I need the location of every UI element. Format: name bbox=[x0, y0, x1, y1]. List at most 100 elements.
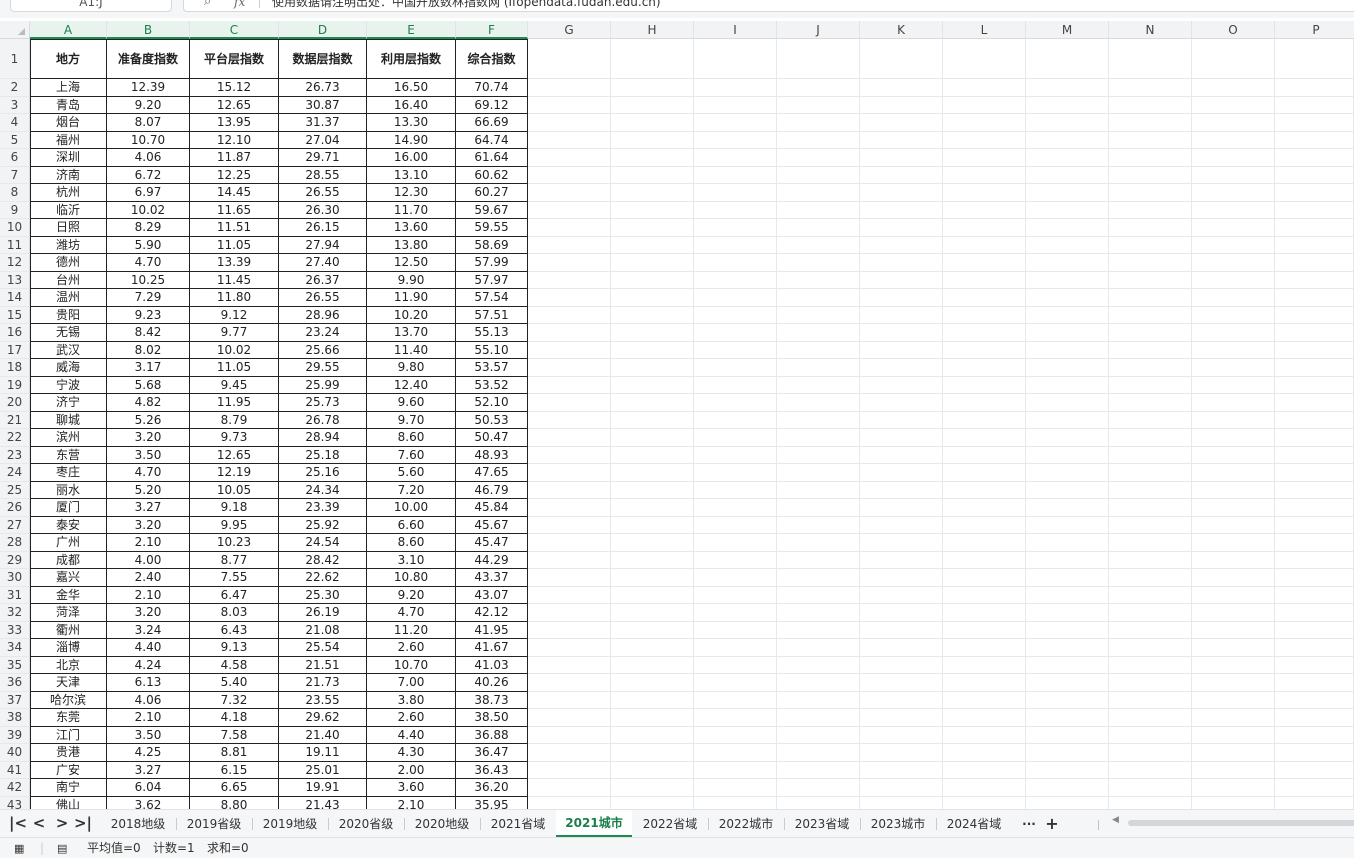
index-value-cell[interactable]: 9.13 bbox=[190, 639, 279, 657]
index-value-cell[interactable]: 41.67 bbox=[456, 639, 528, 657]
row-header[interactable]: 10 bbox=[0, 219, 30, 237]
column-header-j[interactable]: J bbox=[777, 21, 860, 39]
index-value-cell[interactable]: 9.77 bbox=[190, 324, 279, 342]
index-value-cell[interactable]: 10.70 bbox=[107, 131, 190, 149]
index-value-cell[interactable]: 9.20 bbox=[367, 586, 456, 604]
index-value-cell[interactable]: 28.94 bbox=[279, 429, 367, 447]
empty-cells-row[interactable] bbox=[528, 201, 1354, 219]
empty-cells-row[interactable] bbox=[528, 219, 1354, 237]
empty-cells-row[interactable] bbox=[528, 324, 1354, 342]
table-header-cell[interactable]: 地方 bbox=[30, 39, 107, 79]
index-value-cell[interactable]: 11.51 bbox=[190, 219, 279, 237]
sheet-tab[interactable]: 2021省域 bbox=[480, 814, 556, 834]
sheet-tab[interactable]: 2023城市 bbox=[860, 814, 936, 834]
select-all-corner[interactable] bbox=[0, 21, 30, 39]
sheet-tab[interactable]: 2022省域 bbox=[632, 814, 708, 834]
index-value-cell[interactable]: 12.19 bbox=[190, 464, 279, 482]
city-name-cell[interactable]: 贵港 bbox=[30, 744, 107, 762]
index-value-cell[interactable]: 57.99 bbox=[456, 254, 528, 272]
sheet-tab[interactable]: 2024省域 bbox=[936, 814, 1012, 834]
index-value-cell[interactable]: 11.20 bbox=[367, 621, 456, 639]
status-count[interactable]: 计数=1 bbox=[153, 840, 195, 857]
table-header-cell[interactable]: 利用层指数 bbox=[367, 39, 456, 79]
empty-cells-row[interactable] bbox=[528, 534, 1354, 552]
more-sheets-icon[interactable]: ··· bbox=[1018, 814, 1040, 834]
index-value-cell[interactable]: 25.30 bbox=[279, 586, 367, 604]
index-value-cell[interactable]: 55.13 bbox=[456, 324, 528, 342]
row-header[interactable]: 28 bbox=[0, 534, 30, 552]
city-name-cell[interactable]: 枣庄 bbox=[30, 464, 107, 482]
index-value-cell[interactable]: 25.92 bbox=[279, 516, 367, 534]
index-value-cell[interactable]: 45.84 bbox=[456, 499, 528, 517]
city-name-cell[interactable]: 深圳 bbox=[30, 149, 107, 167]
city-name-cell[interactable]: 临沂 bbox=[30, 201, 107, 219]
index-value-cell[interactable]: 31.37 bbox=[279, 114, 367, 132]
index-value-cell[interactable]: 26.55 bbox=[279, 184, 367, 202]
index-value-cell[interactable]: 12.30 bbox=[367, 184, 456, 202]
row-header[interactable]: 6 bbox=[0, 149, 30, 167]
city-name-cell[interactable]: 东营 bbox=[30, 446, 107, 464]
table-header-cell[interactable]: 准备度指数 bbox=[107, 39, 190, 79]
index-value-cell[interactable]: 45.47 bbox=[456, 534, 528, 552]
index-value-cell[interactable]: 21.08 bbox=[279, 621, 367, 639]
index-value-cell[interactable]: 26.19 bbox=[279, 604, 367, 622]
index-value-cell[interactable]: 46.79 bbox=[456, 481, 528, 499]
index-value-cell[interactable]: 3.20 bbox=[107, 516, 190, 534]
index-value-cell[interactable]: 8.60 bbox=[367, 429, 456, 447]
row-header[interactable]: 12 bbox=[0, 254, 30, 272]
first-sheet-icon[interactable]: |< bbox=[8, 813, 28, 833]
index-value-cell[interactable]: 29.62 bbox=[279, 709, 367, 727]
empty-cells-row[interactable] bbox=[528, 586, 1354, 604]
index-value-cell[interactable]: 9.23 bbox=[107, 306, 190, 324]
add-sheet-button[interactable]: + bbox=[1042, 814, 1062, 834]
city-name-cell[interactable]: 天津 bbox=[30, 674, 107, 692]
sheet-tab[interactable]: 2023省域 bbox=[784, 814, 860, 834]
name-box[interactable]: A1:J bbox=[10, 0, 172, 12]
index-value-cell[interactable]: 6.43 bbox=[190, 621, 279, 639]
index-value-cell[interactable]: 5.26 bbox=[107, 411, 190, 429]
index-value-cell[interactable]: 25.99 bbox=[279, 376, 367, 394]
index-value-cell[interactable]: 60.62 bbox=[456, 166, 528, 184]
index-value-cell[interactable]: 57.97 bbox=[456, 271, 528, 289]
city-name-cell[interactable]: 潍坊 bbox=[30, 236, 107, 254]
row-header[interactable]: 35 bbox=[0, 656, 30, 674]
index-value-cell[interactable]: 9.95 bbox=[190, 516, 279, 534]
empty-cells-row[interactable] bbox=[528, 446, 1354, 464]
index-value-cell[interactable]: 4.82 bbox=[107, 394, 190, 412]
city-name-cell[interactable]: 成都 bbox=[30, 551, 107, 569]
row-header[interactable]: 42 bbox=[0, 779, 30, 797]
empty-cells-row[interactable] bbox=[528, 429, 1354, 447]
index-value-cell[interactable]: 11.05 bbox=[190, 359, 279, 377]
index-value-cell[interactable]: 7.32 bbox=[190, 691, 279, 709]
column-header-d[interactable]: D bbox=[279, 21, 367, 39]
empty-cells-row[interactable] bbox=[528, 306, 1354, 324]
index-value-cell[interactable]: 4.06 bbox=[107, 691, 190, 709]
column-header-c[interactable]: C bbox=[190, 21, 279, 39]
row-header[interactable]: 38 bbox=[0, 709, 30, 727]
city-name-cell[interactable]: 滨州 bbox=[30, 429, 107, 447]
row-header[interactable]: 36 bbox=[0, 674, 30, 692]
index-value-cell[interactable]: 41.03 bbox=[456, 656, 528, 674]
city-name-cell[interactable]: 北京 bbox=[30, 656, 107, 674]
index-value-cell[interactable]: 3.50 bbox=[107, 446, 190, 464]
row-header[interactable]: 39 bbox=[0, 726, 30, 744]
index-value-cell[interactable]: 3.27 bbox=[107, 761, 190, 779]
scrollbar-thumb[interactable] bbox=[1128, 820, 1354, 826]
index-value-cell[interactable]: 7.00 bbox=[367, 674, 456, 692]
row-header[interactable]: 22 bbox=[0, 429, 30, 447]
index-value-cell[interactable]: 2.10 bbox=[107, 709, 190, 727]
index-value-cell[interactable]: 38.73 bbox=[456, 691, 528, 709]
index-value-cell[interactable]: 24.34 bbox=[279, 481, 367, 499]
city-name-cell[interactable]: 济宁 bbox=[30, 394, 107, 412]
city-name-cell[interactable]: 青岛 bbox=[30, 96, 107, 114]
empty-cells-row[interactable] bbox=[528, 289, 1354, 307]
row-header[interactable]: 30 bbox=[0, 569, 30, 587]
index-value-cell[interactable]: 36.43 bbox=[456, 761, 528, 779]
index-value-cell[interactable]: 7.60 bbox=[367, 446, 456, 464]
city-name-cell[interactable]: 泰安 bbox=[30, 516, 107, 534]
index-value-cell[interactable]: 59.55 bbox=[456, 219, 528, 237]
city-name-cell[interactable]: 江门 bbox=[30, 726, 107, 744]
city-name-cell[interactable]: 杭州 bbox=[30, 184, 107, 202]
index-value-cell[interactable]: 11.95 bbox=[190, 394, 279, 412]
index-value-cell[interactable]: 3.27 bbox=[107, 499, 190, 517]
